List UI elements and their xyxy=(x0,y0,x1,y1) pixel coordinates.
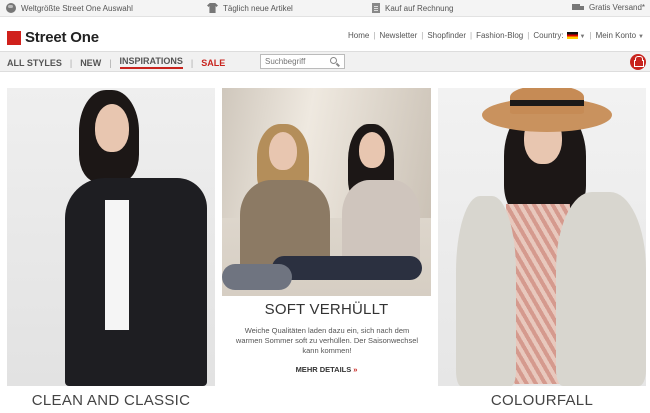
shirt-icon xyxy=(207,3,218,13)
category-separator: | xyxy=(190,57,194,68)
double-arrow-right-icon: » xyxy=(353,365,358,374)
info-item-label: Weltgrößte Street One Auswahl xyxy=(21,3,133,13)
country-label: Country: xyxy=(533,31,564,40)
model-face xyxy=(95,104,129,152)
nav-separator: | xyxy=(470,31,473,40)
category-all-styles[interactable]: ALL STYLES xyxy=(7,58,62,68)
category-inspirations[interactable]: INSPIRATIONS xyxy=(119,56,183,69)
account-label: Mein Konto xyxy=(595,31,637,40)
globe-icon xyxy=(6,3,16,13)
model-jeans xyxy=(272,256,422,280)
colourfall-caption[interactable]: COLOURFALL xyxy=(438,392,646,409)
nav-newsletter-link[interactable]: Newsletter xyxy=(379,31,417,40)
soft-verhuellt-title: SOFT VERHÜLLT xyxy=(264,301,389,318)
model-face xyxy=(359,132,385,168)
category-separator: | xyxy=(109,57,112,68)
chevron-down-icon: ▼ xyxy=(579,34,586,40)
truck-icon xyxy=(572,3,584,12)
nav-home-link[interactable]: Home xyxy=(348,31,369,40)
logo-text: Street One xyxy=(25,29,99,46)
category-sale[interactable]: SALE xyxy=(201,58,225,68)
clean-and-classic-image[interactable] xyxy=(7,88,215,386)
nav-separator: | xyxy=(421,31,424,40)
nav-separator: | xyxy=(589,31,592,40)
info-item-label: Täglich neue Artikel xyxy=(223,3,293,13)
nav-separator: | xyxy=(527,31,530,40)
info-item-label: Kauf auf Rechnung xyxy=(385,3,454,13)
hat-band xyxy=(510,100,584,106)
nav-blog-link[interactable]: Fashion-Blog xyxy=(476,31,523,40)
model-jeans xyxy=(222,264,292,290)
model-shirt xyxy=(105,200,129,330)
info-item-invoice: Kauf auf Rechnung xyxy=(372,3,454,13)
info-bar: Weltgrößte Street One Auswahl Täglich ne… xyxy=(0,0,650,17)
colourfall-image[interactable] xyxy=(438,88,646,386)
info-item-shipping: Gratis Versand* xyxy=(572,3,645,12)
nav-account-link[interactable]: Mein Konto ▼ xyxy=(596,31,644,40)
model-shawl xyxy=(456,196,516,386)
invoice-icon xyxy=(372,3,380,13)
top-navigation: Home | Newsletter | Shopfinder | Fashion… xyxy=(348,31,644,40)
category-bar: ALL STYLES | NEW | INSPIRATIONS | SALE xyxy=(0,51,650,72)
chevron-down-icon: ▼ xyxy=(638,34,644,40)
info-item-label: Gratis Versand* xyxy=(589,3,646,12)
model-face xyxy=(269,132,297,170)
more-details-label: MEHR DETAILS xyxy=(295,365,352,374)
country-selector[interactable]: Country: ▼ xyxy=(533,31,585,40)
logo-mark xyxy=(7,30,21,45)
more-details-link[interactable]: MEHR DETAILS» xyxy=(222,365,431,374)
model-shawl xyxy=(556,192,646,386)
shopping-basket-icon[interactable] xyxy=(630,54,646,70)
category-separator: | xyxy=(69,57,73,68)
soft-verhuellt-image[interactable] xyxy=(222,88,431,296)
nav-shopfinder-link[interactable]: Shopfinder xyxy=(427,31,466,40)
german-flag-icon xyxy=(566,32,578,40)
clean-and-classic-caption[interactable]: CLEAN AND CLASSIC xyxy=(7,392,215,409)
category-navigation: ALL STYLES | NEW | INSPIRATIONS | SALE xyxy=(7,56,225,69)
model-jacket xyxy=(65,178,207,386)
category-new[interactable]: NEW xyxy=(80,58,101,68)
info-item-selection: Weltgrößte Street One Auswahl xyxy=(6,3,133,13)
search-icon[interactable] xyxy=(330,57,337,64)
nav-separator: | xyxy=(373,31,376,40)
logo[interactable]: Street One xyxy=(7,29,99,46)
info-item-new-articles: Täglich neue Artikel xyxy=(207,3,293,13)
soft-verhuellt-description: Weiche Qualitäten laden dazu ein, sich n… xyxy=(235,326,419,355)
